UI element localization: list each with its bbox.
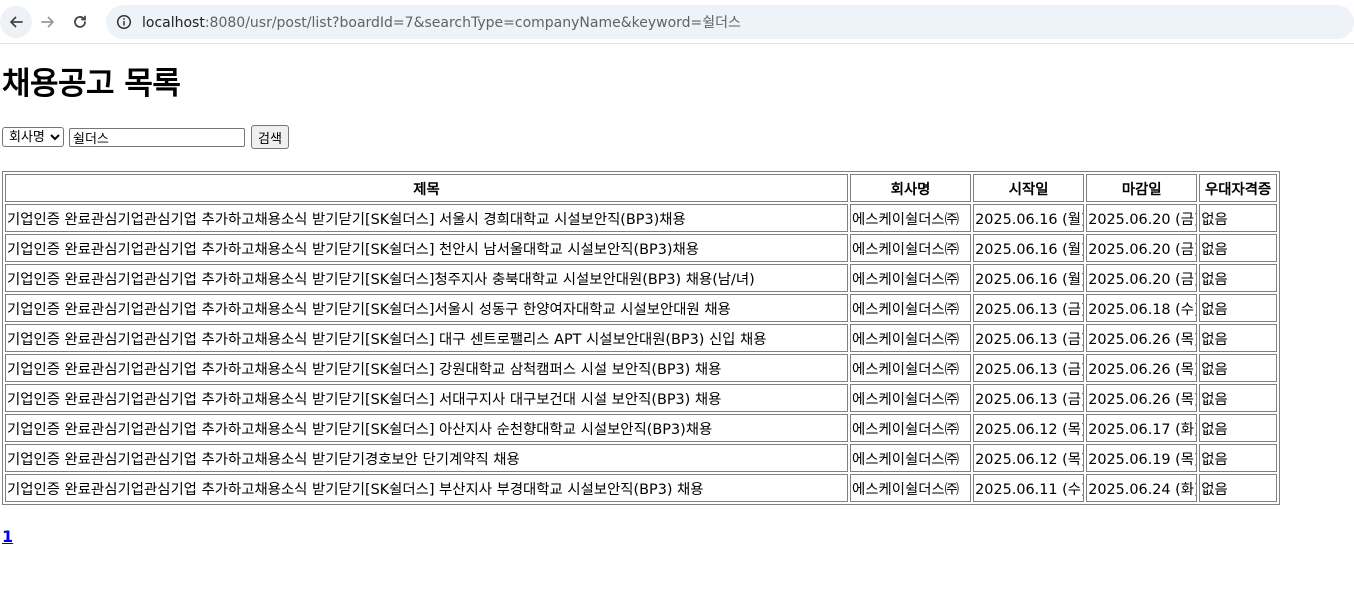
cell-title[interactable]: 기업인증 완료관심기업관심기업 추가하고채용소식 받기닫기[SK쉴더스]서울시 … (5, 294, 848, 322)
cell-title[interactable]: 기업인증 완료관심기업관심기업 추가하고채용소식 받기닫기[SK쉴더스] 천안시… (5, 234, 848, 262)
table-row[interactable]: 기업인증 완료관심기업관심기업 추가하고채용소식 받기닫기[SK쉴더스]서울시 … (5, 294, 1277, 322)
cell-preferred-cert: 없음 (1199, 354, 1277, 382)
url-text: localhost:8080/usr/post/list?boardId=7&s… (142, 12, 741, 32)
cell-title[interactable]: 기업인증 완료관심기업관심기업 추가하고채용소식 받기닫기[SK쉴더스] 강원대… (5, 354, 848, 382)
cell-preferred-cert: 없음 (1199, 204, 1277, 232)
cell-company: 에스케이쉴더스㈜ (850, 234, 972, 262)
cell-preferred-cert: 없음 (1199, 234, 1277, 262)
column-header-company: 회사명 (850, 174, 972, 202)
cell-end-date: 2025.06.18 (수) (1086, 294, 1198, 322)
table-row[interactable]: 기업인증 완료관심기업관심기업 추가하고채용소식 받기닫기[SK쉴더스] 서대구… (5, 384, 1277, 412)
search-input[interactable] (69, 127, 245, 147)
address-bar[interactable]: localhost:8080/usr/post/list?boardId=7&s… (106, 4, 1354, 39)
cell-title[interactable]: 기업인증 완료관심기업관심기업 추가하고채용소식 받기닫기경호보안 단기계약직 … (5, 444, 848, 472)
cell-start-date: 2025.06.12 (목) (973, 444, 1085, 472)
url-host: localhost (142, 14, 205, 31)
table-row[interactable]: 기업인증 완료관심기업관심기업 추가하고채용소식 받기닫기[SK쉴더스] 대구 … (5, 324, 1277, 352)
table-header-row: 제목 회사명 시작일 마감일 우대자격증 (5, 174, 1277, 202)
cell-company: 에스케이쉴더스㈜ (850, 444, 972, 472)
cell-company: 에스케이쉴더스㈜ (850, 264, 972, 292)
cell-start-date: 2025.06.16 (월) (973, 204, 1085, 232)
page-link-1[interactable]: 1 (2, 527, 13, 546)
table-row[interactable]: 기업인증 완료관심기업관심기업 추가하고채용소식 받기닫기[SK쉴더스] 아산지… (5, 414, 1277, 442)
table-row[interactable]: 기업인증 완료관심기업관심기업 추가하고채용소식 받기닫기[SK쉴더스] 강원대… (5, 354, 1277, 382)
cell-preferred-cert: 없음 (1199, 474, 1277, 502)
cell-title[interactable]: 기업인증 완료관심기업관심기업 추가하고채용소식 받기닫기[SK쉴더스] 서울시… (5, 204, 848, 232)
column-header-title: 제목 (5, 174, 848, 202)
table-row[interactable]: 기업인증 완료관심기업관심기업 추가하고채용소식 받기닫기[SK쉴더스] 서울시… (5, 204, 1277, 232)
cell-company: 에스케이쉴더스㈜ (850, 474, 972, 502)
column-header-start-date: 시작일 (973, 174, 1085, 202)
cell-start-date: 2025.06.13 (금) (973, 354, 1085, 382)
column-header-end-date: 마감일 (1086, 174, 1198, 202)
table-row[interactable]: 기업인증 완료관심기업관심기업 추가하고채용소식 받기닫기[SK쉴더스] 부산지… (5, 474, 1277, 502)
reload-button[interactable] (64, 6, 96, 38)
browser-toolbar: localhost:8080/usr/post/list?boardId=7&s… (0, 0, 1354, 44)
cell-start-date: 2025.06.11 (수) (973, 474, 1085, 502)
cell-start-date: 2025.06.13 (금) (973, 324, 1085, 352)
cell-end-date: 2025.06.20 (금) (1086, 204, 1198, 232)
table-row[interactable]: 기업인증 완료관심기업관심기업 추가하고채용소식 받기닫기[SK쉴더스] 천안시… (5, 234, 1277, 262)
cell-title[interactable]: 기업인증 완료관심기업관심기업 추가하고채용소식 받기닫기[SK쉴더스] 서대구… (5, 384, 848, 412)
forward-button[interactable] (32, 6, 64, 38)
cell-title[interactable]: 기업인증 완료관심기업관심기업 추가하고채용소식 받기닫기[SK쉴더스] 대구 … (5, 324, 848, 352)
cell-preferred-cert: 없음 (1199, 264, 1277, 292)
cell-company: 에스케이쉴더스㈜ (850, 414, 972, 442)
cell-end-date: 2025.06.20 (금) (1086, 234, 1198, 262)
cell-preferred-cert: 없음 (1199, 444, 1277, 472)
cell-company: 에스케이쉴더스㈜ (850, 204, 972, 232)
cell-start-date: 2025.06.13 (금) (973, 294, 1085, 322)
cell-preferred-cert: 없음 (1199, 414, 1277, 442)
cell-end-date: 2025.06.26 (목) (1086, 324, 1198, 352)
column-header-preferred-cert: 우대자격증 (1199, 174, 1277, 202)
cell-title[interactable]: 기업인증 완료관심기업관심기업 추가하고채용소식 받기닫기[SK쉴더스]청주지사… (5, 264, 848, 292)
info-icon[interactable] (116, 14, 132, 30)
cell-start-date: 2025.06.16 (월) (973, 264, 1085, 292)
cell-end-date: 2025.06.17 (화) (1086, 414, 1198, 442)
arrow-left-icon (10, 16, 23, 27)
cell-company: 에스케이쉴더스㈜ (850, 354, 972, 382)
cell-preferred-cert: 없음 (1199, 324, 1277, 352)
cell-preferred-cert: 없음 (1199, 384, 1277, 412)
table-row[interactable]: 기업인증 완료관심기업관심기업 추가하고채용소식 받기닫기[SK쉴더스]청주지사… (5, 264, 1277, 292)
cell-end-date: 2025.06.26 (목) (1086, 384, 1198, 412)
cell-end-date: 2025.06.19 (목) (1086, 444, 1198, 472)
cell-end-date: 2025.06.20 (금) (1086, 264, 1198, 292)
job-posting-table: 제목 회사명 시작일 마감일 우대자격증 기업인증 완료관심기업관심기업 추가하… (2, 171, 1280, 505)
cell-company: 에스케이쉴더스㈜ (850, 384, 972, 412)
search-type-select[interactable]: 회사명 (2, 127, 64, 147)
cell-end-date: 2025.06.24 (화) (1086, 474, 1198, 502)
url-path: :8080/usr/post/list?boardId=7&searchType… (204, 14, 741, 31)
search-form: 회사명 검색 (2, 125, 1354, 149)
cell-end-date: 2025.06.26 (목) (1086, 354, 1198, 382)
cell-company: 에스케이쉴더스㈜ (850, 324, 972, 352)
cell-start-date: 2025.06.16 (월) (973, 234, 1085, 262)
page-content: 채용공고 목록 회사명 검색 제목 회사명 시작일 마감일 우대자격증 기업인증… (0, 58, 1354, 546)
search-button[interactable]: 검색 (251, 125, 289, 149)
cell-title[interactable]: 기업인증 완료관심기업관심기업 추가하고채용소식 받기닫기[SK쉴더스] 아산지… (5, 414, 848, 442)
reload-icon (74, 15, 86, 28)
cell-start-date: 2025.06.12 (목) (973, 414, 1085, 442)
table-row[interactable]: 기업인증 완료관심기업관심기업 추가하고채용소식 받기닫기경호보안 단기계약직 … (5, 444, 1277, 472)
cell-company: 에스케이쉴더스㈜ (850, 294, 972, 322)
arrow-right-icon (41, 16, 54, 27)
page-title: 채용공고 목록 (2, 66, 181, 102)
back-button[interactable] (0, 5, 32, 38)
cell-preferred-cert: 없음 (1199, 294, 1277, 322)
pagination: 1 (2, 527, 1354, 546)
cell-title[interactable]: 기업인증 완료관심기업관심기업 추가하고채용소식 받기닫기[SK쉴더스] 부산지… (5, 474, 848, 502)
cell-start-date: 2025.06.13 (금) (973, 384, 1085, 412)
